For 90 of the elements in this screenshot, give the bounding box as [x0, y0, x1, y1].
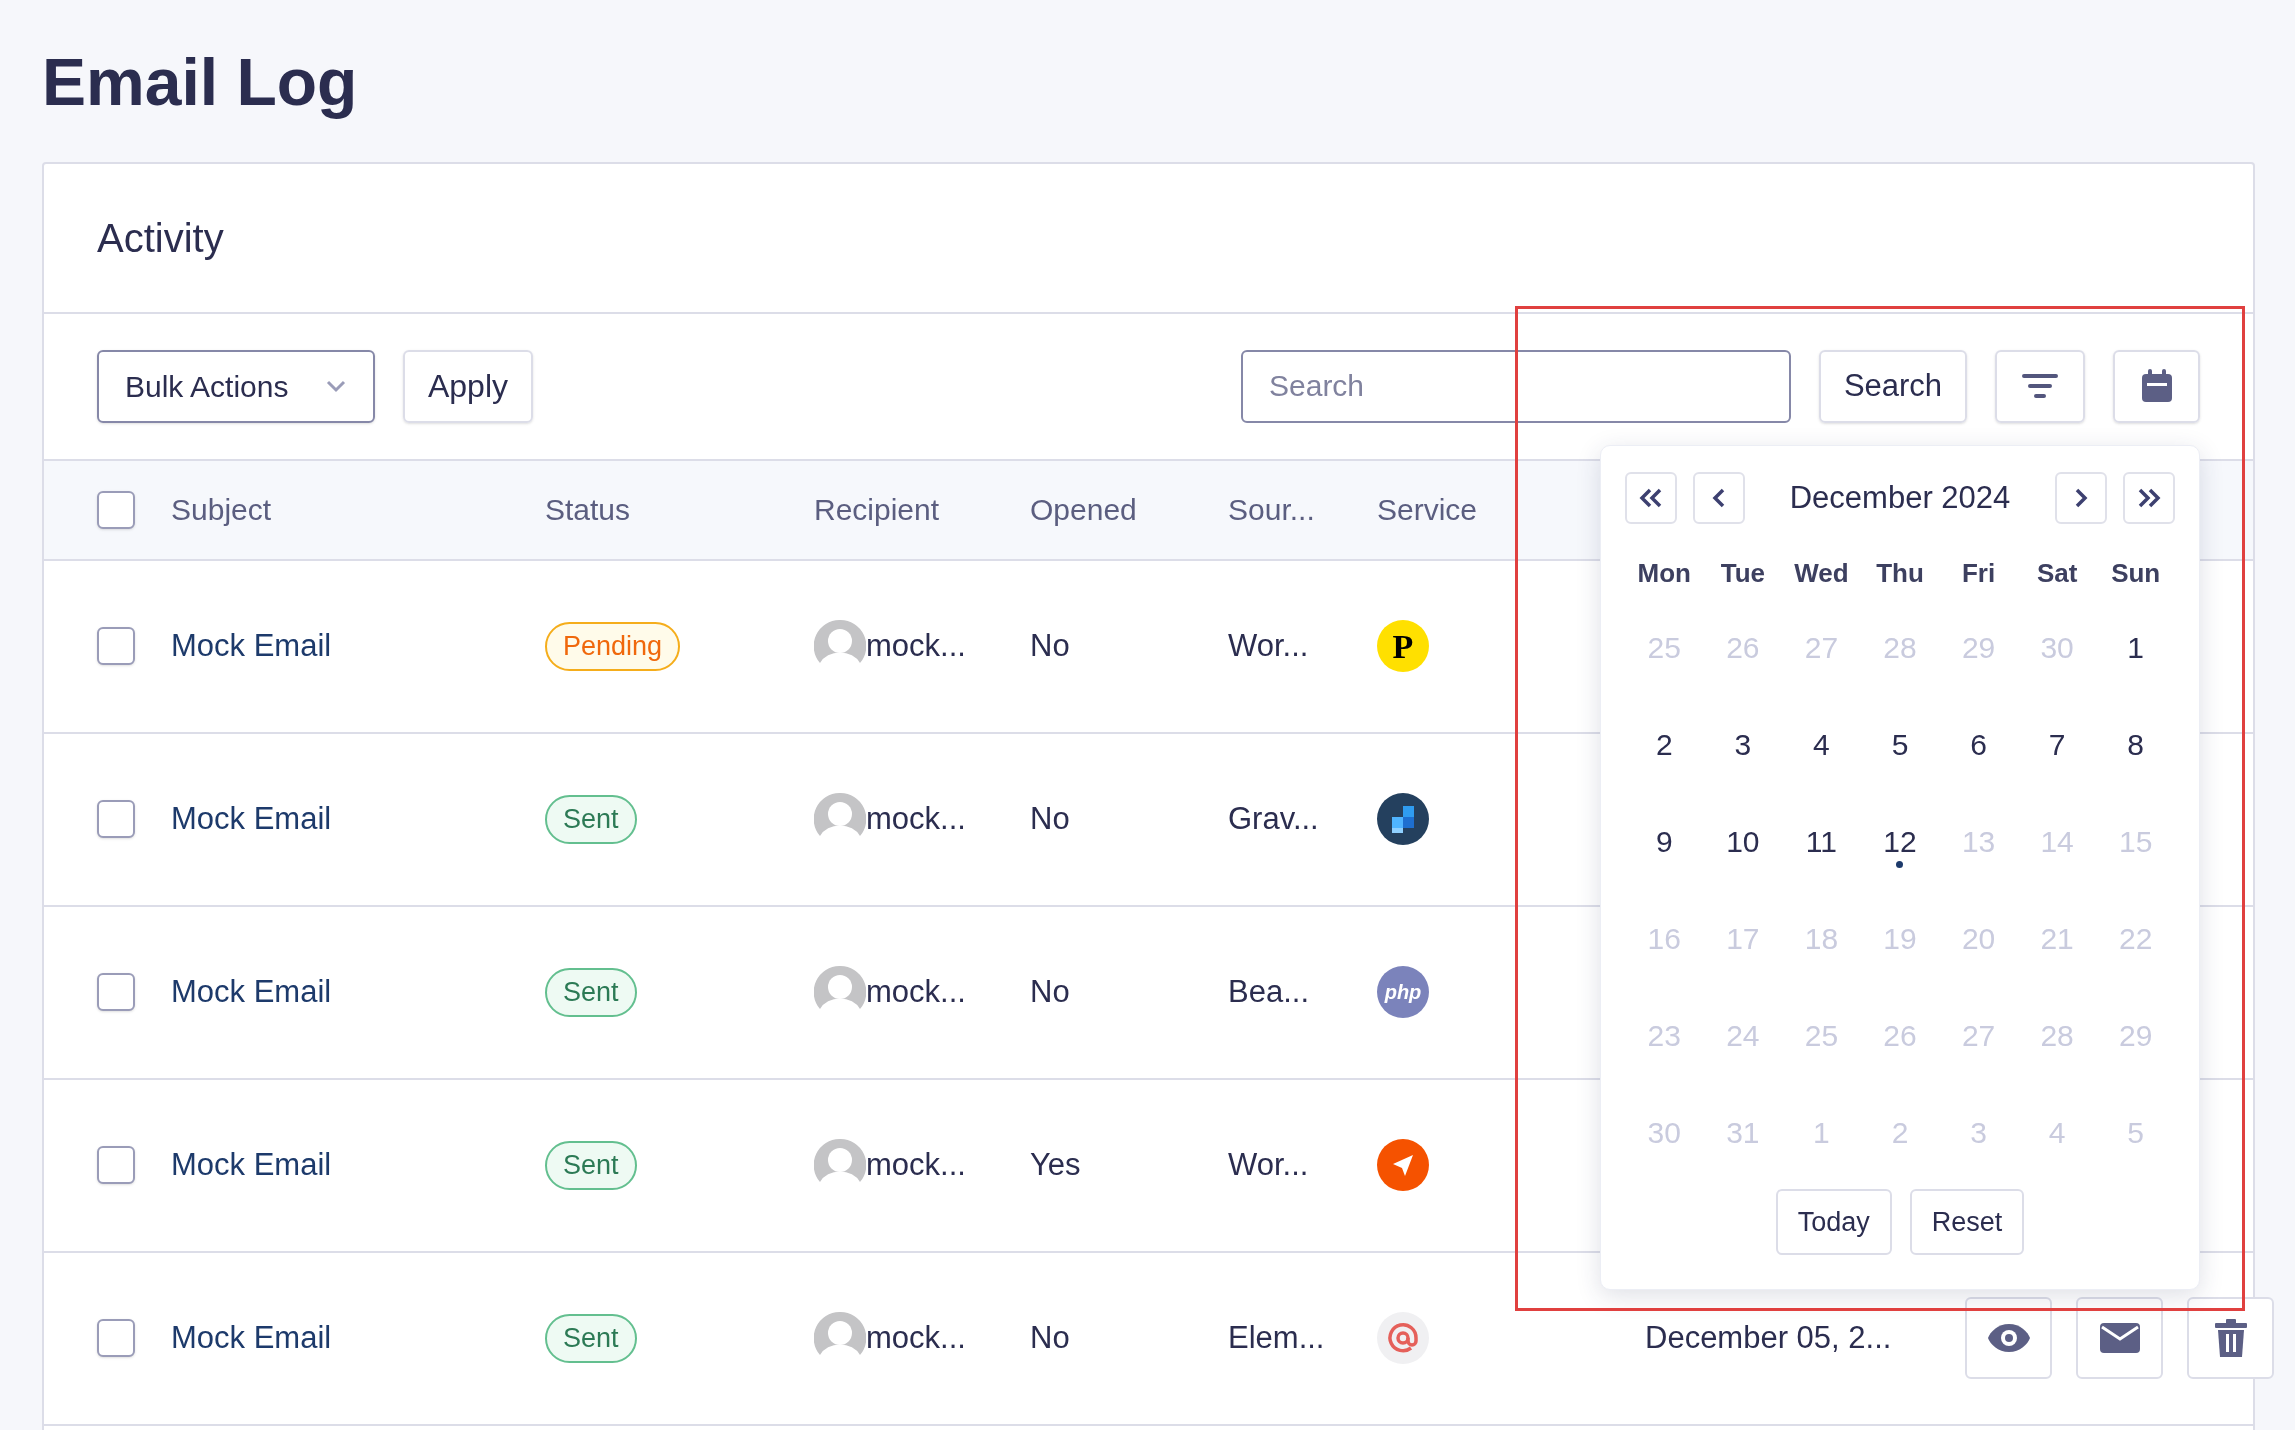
chevron-left-icon	[1712, 487, 1726, 508]
calendar-day[interactable]: 12	[1883, 818, 1917, 864]
previous-month-button[interactable]	[1693, 471, 1745, 524]
weekday-label: Sun	[2111, 556, 2161, 590]
month-title: December 2024	[1788, 478, 2012, 517]
weekday-label: Sat	[2036, 556, 2078, 590]
status-badge: Sent	[545, 968, 637, 1017]
double-chevron-left-icon	[1638, 487, 1664, 508]
subject-link[interactable]: Mock Email	[171, 1315, 332, 1362]
calendar-day[interactable]: 5	[1891, 721, 1909, 767]
service-logo-icon: P	[1377, 620, 1429, 673]
weekday-label: Thu	[1876, 556, 1924, 590]
recipient-text: mock...	[866, 1319, 966, 1358]
php-logo-icon: php	[1377, 966, 1429, 1019]
calendar-day[interactable]: 3	[1734, 721, 1752, 767]
status-badge: Sent	[545, 795, 637, 844]
paper-plane-icon	[1377, 1139, 1429, 1192]
source-text: Bea...	[1228, 973, 1309, 1012]
chevron-down-icon	[325, 379, 347, 394]
at-sign-icon	[1377, 1312, 1429, 1365]
filter-button[interactable]	[1995, 349, 2085, 423]
recipient-text: mock...	[866, 627, 966, 666]
calendar-day[interactable]: 10	[1726, 818, 1760, 864]
calendar-day[interactable]: 7	[2048, 721, 2066, 767]
pixel-logo-icon	[1377, 793, 1429, 846]
calendar-day[interactable]: 2	[1655, 721, 1673, 767]
source-text: Grav...	[1228, 800, 1319, 839]
next-month-button[interactable]	[2055, 471, 2107, 524]
column-header: Subject	[171, 492, 272, 529]
filter-icon	[2022, 373, 2058, 400]
chevron-right-icon	[2074, 487, 2088, 508]
weekday-label: Tue	[1720, 556, 1765, 590]
view-button[interactable]	[1965, 1297, 2052, 1380]
recipient-text: mock...	[866, 1146, 966, 1185]
card-title: Activity	[97, 214, 224, 262]
page-title: Email Log	[42, 44, 358, 121]
bulk-actions-dropdown[interactable]: Bulk Actions	[97, 349, 375, 423]
apply-button[interactable]: Apply	[403, 349, 533, 423]
weekday-label: Fri	[1961, 556, 1996, 590]
checkbox[interactable]	[97, 973, 135, 1012]
column-header: Status	[545, 492, 631, 529]
previous-year-button[interactable]	[1625, 471, 1677, 524]
calendar-day[interactable]: 4	[1813, 721, 1830, 767]
subject-link[interactable]: Mock Email	[171, 796, 332, 843]
opened-text: No	[1030, 627, 1070, 666]
recipient-text: mock...	[866, 800, 966, 839]
column-header: Service	[1377, 492, 1478, 529]
subject-link[interactable]: Mock Email	[171, 623, 332, 670]
checkbox[interactable]	[97, 1319, 135, 1358]
column-header: Recipient	[814, 492, 940, 529]
resend-button[interactable]	[2076, 1297, 2163, 1380]
double-chevron-right-icon	[2136, 487, 2162, 508]
envelope-icon	[2099, 1323, 2140, 1354]
column-header: Sour...	[1228, 492, 1315, 529]
calendar-day[interactable]: 9	[1655, 818, 1673, 864]
date-text: December 05, 2...	[1645, 1319, 1892, 1358]
search-button[interactable]: Search	[1819, 349, 1967, 423]
recipient-text: mock...	[866, 973, 966, 1012]
checkbox[interactable]	[97, 627, 135, 666]
checkbox[interactable]	[97, 800, 135, 839]
subject-link[interactable]: Mock Email	[171, 1142, 332, 1189]
eye-icon	[1986, 1323, 2031, 1354]
source-text: Wor...	[1228, 1146, 1309, 1185]
calendar-day[interactable]: 11	[1805, 818, 1837, 864]
opened-text: No	[1030, 973, 1070, 1012]
search-field[interactable]: Search	[1241, 349, 1791, 423]
weekday-label: Wed	[1794, 556, 1849, 590]
calendar-footer-button[interactable]: Reset	[1909, 1188, 2025, 1255]
delete-button[interactable]	[2187, 1297, 2274, 1380]
column-header: Opened	[1030, 492, 1137, 529]
calendar-footer-button[interactable]: Today	[1775, 1188, 1892, 1255]
calendar-button[interactable]	[2113, 349, 2200, 423]
source-text: Elem...	[1228, 1319, 1325, 1358]
next-year-button[interactable]	[2123, 471, 2175, 524]
calendar-icon	[2139, 368, 2174, 405]
trash-icon	[2214, 1319, 2247, 1358]
calendar-day[interactable]: 1	[2127, 624, 2145, 670]
subject-link[interactable]: Mock Email	[171, 969, 332, 1016]
status-badge: Pending	[545, 622, 681, 671]
source-text: Wor...	[1228, 627, 1309, 666]
checkbox[interactable]	[97, 1146, 135, 1185]
calendar-day[interactable]: 8	[2127, 721, 2145, 767]
status-badge: Sent	[545, 1314, 637, 1363]
status-badge: Sent	[545, 1141, 637, 1190]
opened-text: No	[1030, 800, 1070, 839]
checkbox[interactable]	[97, 490, 135, 529]
opened-text: No	[1030, 1319, 1070, 1358]
weekday-label: Mon	[1637, 556, 1691, 590]
calendar-day[interactable]: 6	[1970, 721, 1987, 767]
opened-text: Yes	[1030, 1146, 1081, 1185]
